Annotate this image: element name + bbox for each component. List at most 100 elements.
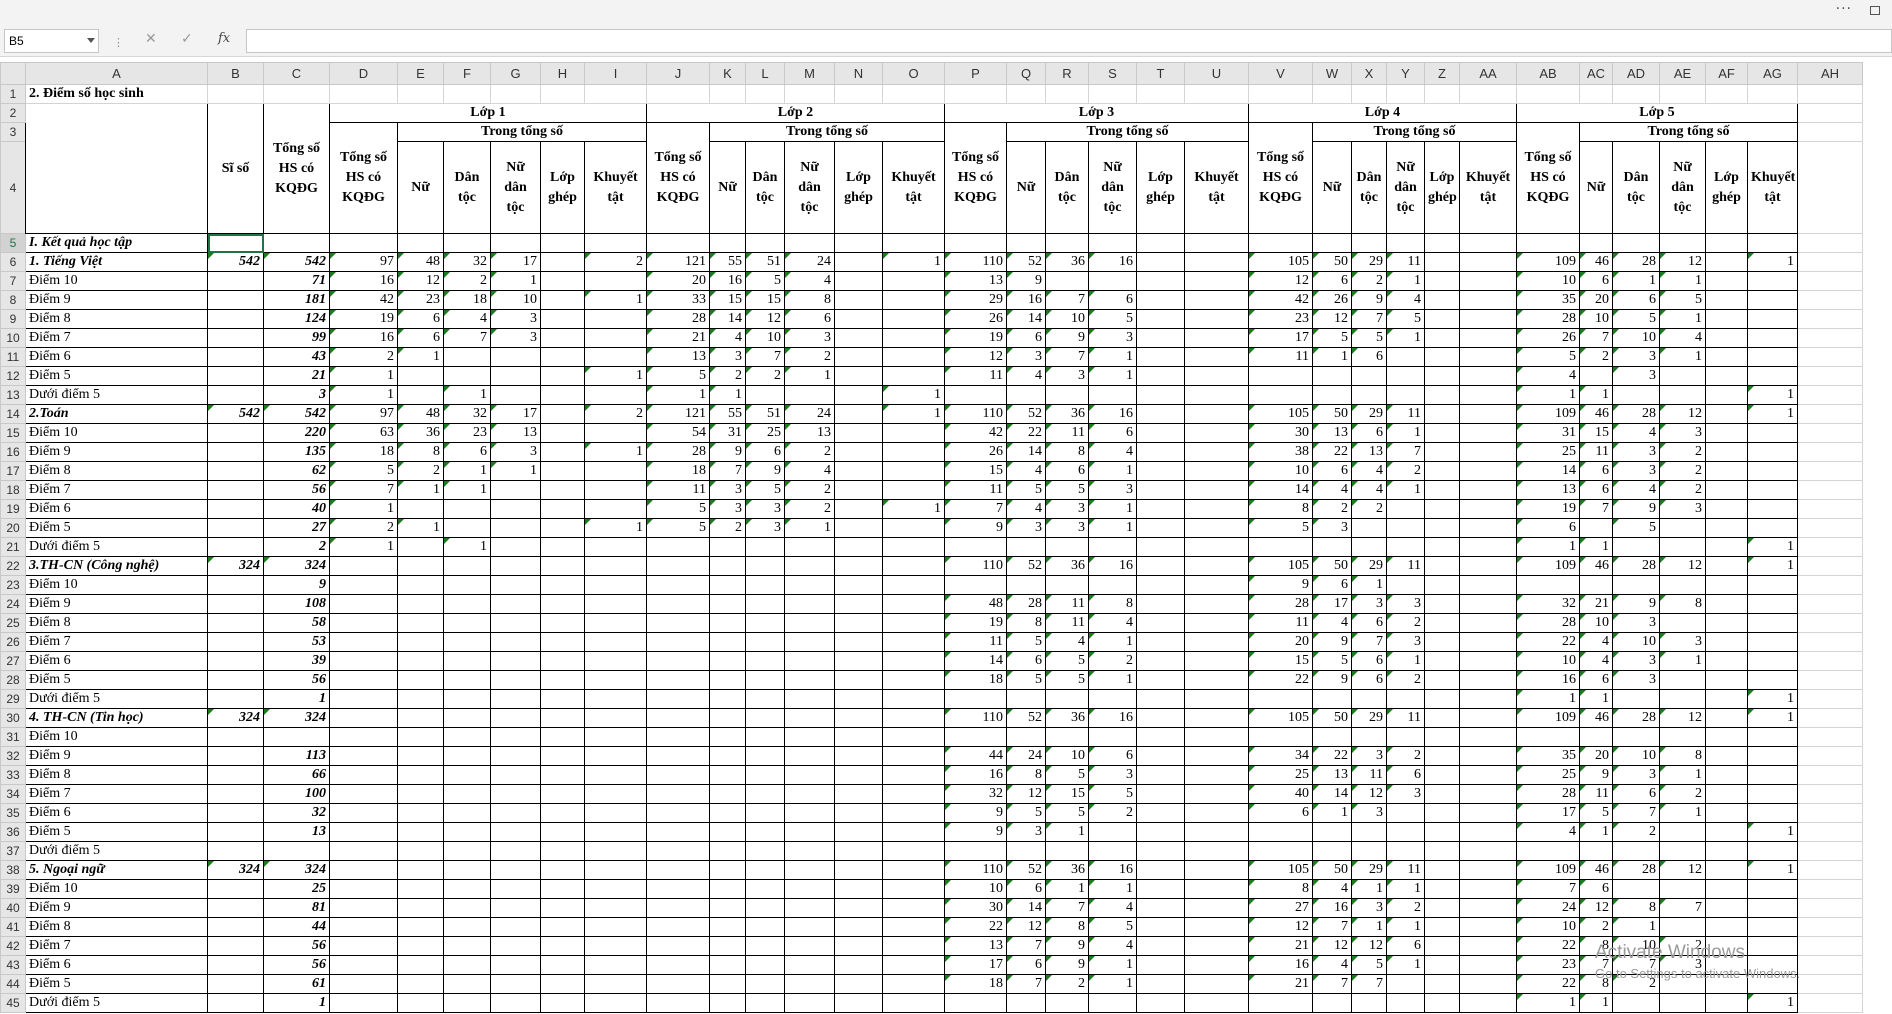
data-cell[interactable]: [540, 651, 585, 671]
data-cell[interactable]: 2: [784, 480, 835, 500]
data-cell[interactable]: [490, 537, 541, 557]
data-cell[interactable]: [443, 727, 491, 747]
data-cell[interactable]: [397, 708, 444, 728]
column-header-af[interactable]: AF: [1705, 62, 1748, 85]
data-cell[interactable]: [397, 613, 444, 633]
data-cell[interactable]: [1424, 727, 1460, 747]
data-cell[interactable]: [745, 974, 785, 994]
data-cell[interactable]: 5: [1516, 347, 1580, 367]
data-cell[interactable]: [329, 651, 398, 671]
data-cell[interactable]: 20: [1248, 632, 1313, 652]
data-cell[interactable]: [1351, 822, 1387, 842]
data-cell[interactable]: 35: [1516, 290, 1580, 310]
data-cell[interactable]: 1: [443, 537, 491, 557]
data-cell[interactable]: [1386, 366, 1425, 386]
data-cell[interactable]: [443, 746, 491, 766]
data-cell[interactable]: 97: [329, 404, 398, 424]
data-cell[interactable]: [540, 974, 585, 994]
grid-cell[interactable]: [1386, 84, 1425, 104]
data-cell[interactable]: 5: [1351, 955, 1387, 975]
grid-cell[interactable]: [1184, 84, 1249, 104]
data-cell[interactable]: [1459, 575, 1517, 595]
data-cell[interactable]: [1088, 575, 1137, 595]
data-cell[interactable]: [882, 879, 945, 899]
data-cell[interactable]: [646, 613, 710, 633]
row-header-42[interactable]: 42: [0, 936, 26, 956]
data-cell[interactable]: 7: [1579, 499, 1613, 519]
data-cell[interactable]: 52: [1006, 556, 1046, 576]
data-cell[interactable]: 6: [1006, 955, 1046, 975]
data-cell[interactable]: 16: [1088, 708, 1137, 728]
data-cell[interactable]: [784, 385, 835, 405]
grid-cell[interactable]: [1797, 556, 1863, 576]
data-cell[interactable]: 6: [1612, 784, 1660, 804]
data-cell[interactable]: 3: [1006, 822, 1046, 842]
data-cell[interactable]: [1424, 366, 1460, 386]
data-cell[interactable]: 11: [1248, 613, 1313, 633]
cancel-icon[interactable]: ✕: [145, 31, 157, 47]
data-cell[interactable]: [834, 727, 883, 747]
data-cell[interactable]: [540, 328, 585, 348]
data-cell[interactable]: 16: [1248, 955, 1313, 975]
data-cell[interactable]: [397, 917, 444, 937]
data-cell[interactable]: 10: [1612, 746, 1660, 766]
data-cell[interactable]: 121: [646, 404, 710, 424]
row-header-7[interactable]: 7: [0, 271, 26, 291]
data-cell[interactable]: 36: [1045, 708, 1089, 728]
column-header-g[interactable]: G: [490, 62, 541, 85]
data-cell[interactable]: [540, 271, 585, 291]
data-cell[interactable]: [584, 917, 647, 937]
data-cell[interactable]: 5: [646, 518, 710, 538]
data-cell[interactable]: 50: [1312, 556, 1352, 576]
data-cell[interactable]: [944, 993, 1007, 1013]
data-cell[interactable]: [646, 784, 710, 804]
data-cell[interactable]: 36: [1045, 556, 1089, 576]
data-cell[interactable]: [1659, 879, 1706, 899]
data-cell[interactable]: 1: [1747, 404, 1798, 424]
data-cell[interactable]: [1424, 822, 1460, 842]
data-cell[interactable]: 2: [1386, 613, 1425, 633]
data-cell[interactable]: 7: [1516, 879, 1580, 899]
data-cell[interactable]: [1184, 917, 1249, 937]
data-cell[interactable]: 28: [1248, 594, 1313, 614]
data-cell[interactable]: [834, 765, 883, 785]
data-cell[interactable]: [1136, 765, 1185, 785]
data-cell[interactable]: 5: [1045, 651, 1089, 671]
data-cell[interactable]: 9: [263, 575, 330, 595]
data-cell[interactable]: 2: [329, 518, 398, 538]
data-cell[interactable]: [1136, 233, 1185, 253]
data-cell[interactable]: [540, 537, 585, 557]
data-cell[interactable]: 3: [1386, 594, 1425, 614]
data-cell[interactable]: 5: [1088, 917, 1137, 937]
data-cell[interactable]: 16: [329, 328, 398, 348]
grid-cell[interactable]: [1248, 84, 1313, 104]
data-cell[interactable]: [443, 366, 491, 386]
column-header-c[interactable]: C: [263, 62, 330, 85]
data-cell[interactable]: 4: [1516, 366, 1580, 386]
data-cell[interactable]: [540, 480, 585, 500]
data-cell[interactable]: 14: [1516, 461, 1580, 481]
data-cell[interactable]: 4: [1351, 461, 1387, 481]
data-cell[interactable]: [1705, 670, 1748, 690]
data-cell[interactable]: [584, 385, 647, 405]
data-cell[interactable]: [1424, 594, 1460, 614]
data-cell[interactable]: 1: [1045, 822, 1089, 842]
data-cell[interactable]: [1248, 385, 1313, 405]
data-cell[interactable]: [1705, 803, 1748, 823]
data-cell[interactable]: 100: [263, 784, 330, 804]
data-cell[interactable]: 26: [1312, 290, 1352, 310]
data-cell[interactable]: 4: [1006, 461, 1046, 481]
data-cell[interactable]: [1459, 252, 1517, 272]
data-cell[interactable]: [1184, 822, 1249, 842]
data-cell[interactable]: [1424, 575, 1460, 595]
row-header-5[interactable]: 5: [0, 233, 26, 253]
row-label[interactable]: Điểm 5: [25, 670, 208, 690]
data-cell[interactable]: 12: [1006, 784, 1046, 804]
data-cell[interactable]: [1136, 594, 1185, 614]
data-cell[interactable]: 25: [1516, 442, 1580, 462]
grid-cell[interactable]: [1797, 84, 1863, 104]
data-cell[interactable]: [834, 385, 883, 405]
data-cell[interactable]: 14: [1312, 784, 1352, 804]
data-cell[interactable]: 7: [1312, 974, 1352, 994]
data-cell[interactable]: 109: [1516, 404, 1580, 424]
